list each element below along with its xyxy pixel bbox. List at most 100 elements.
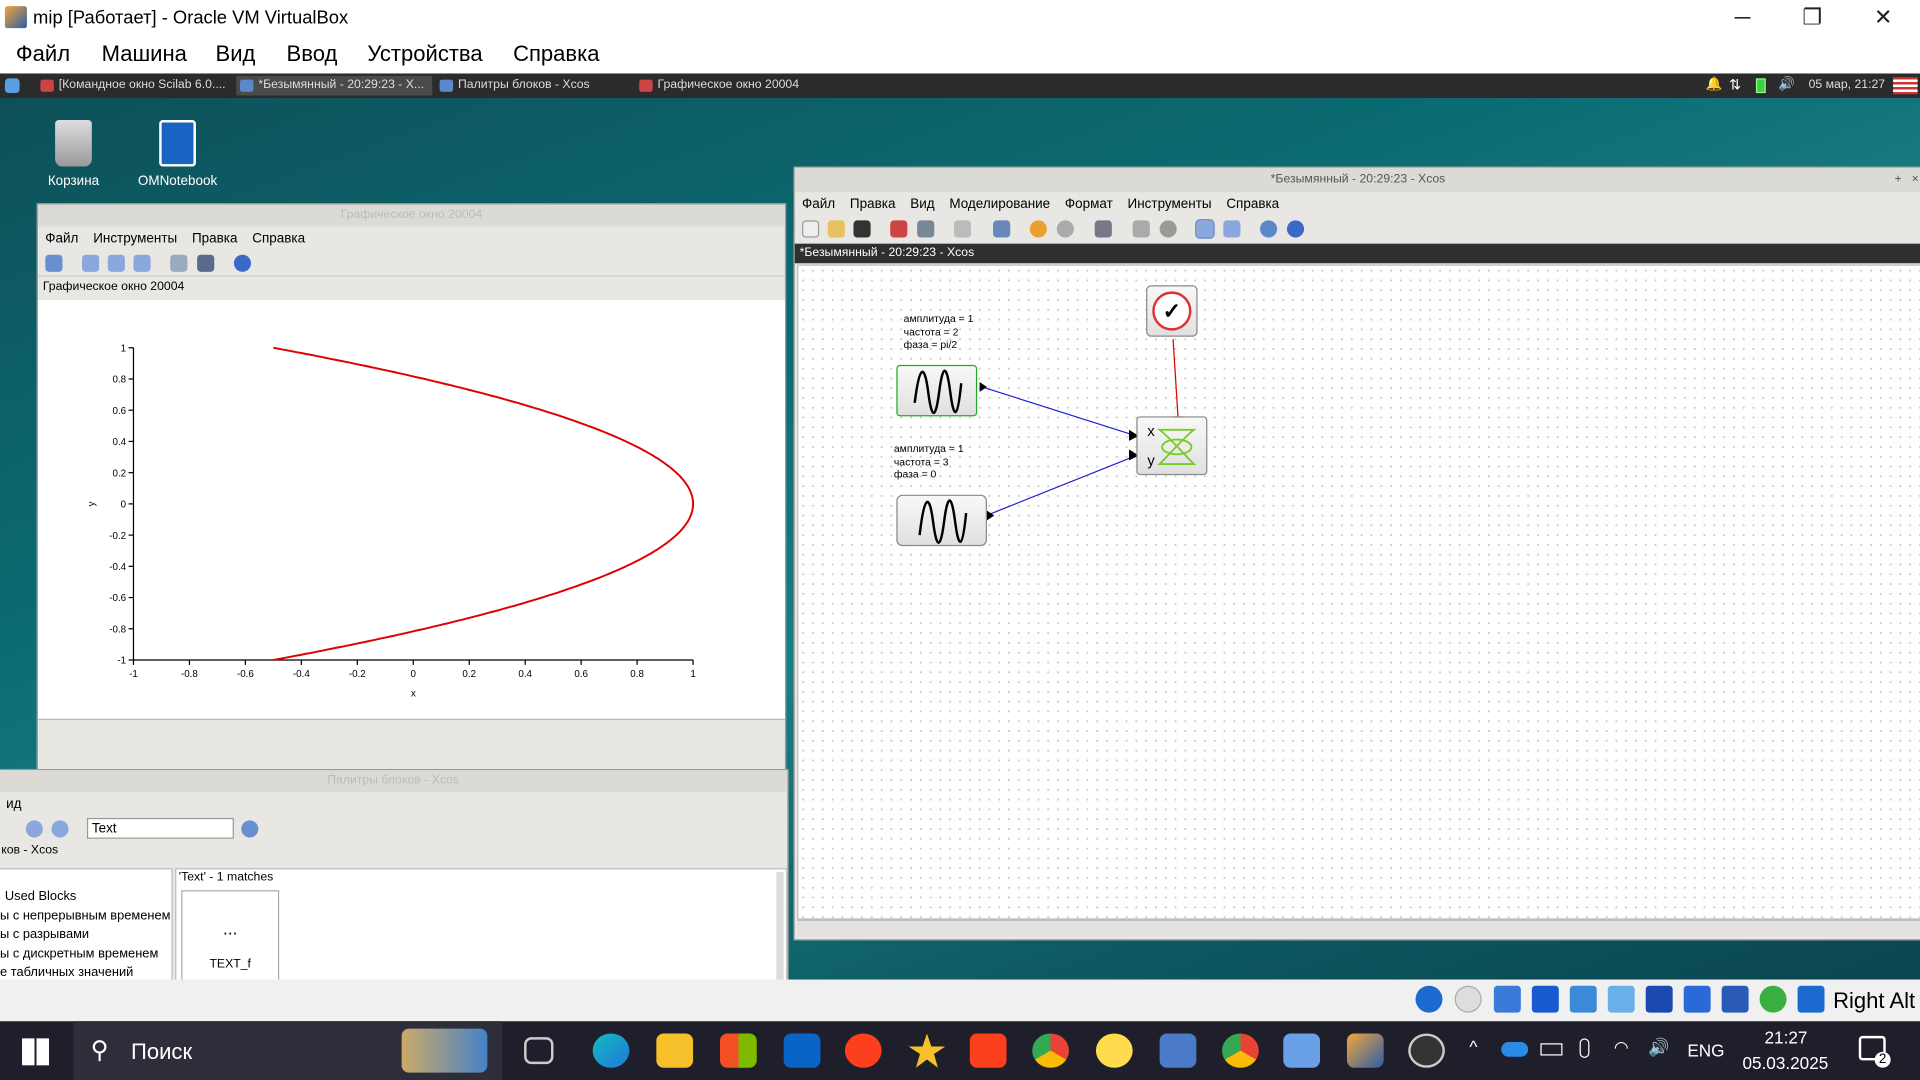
- save-icon[interactable]: [890, 220, 908, 238]
- virtualbox-manager-icon[interactable]: [1283, 1033, 1321, 1068]
- edge-icon[interactable]: [592, 1033, 630, 1068]
- network-icon[interactable]: ⇅: [1729, 76, 1741, 93]
- yandex-icon[interactable]: [969, 1033, 1007, 1068]
- guest-menu-icon[interactable]: [4, 78, 20, 94]
- sine-block-1[interactable]: [896, 364, 978, 417]
- usb-icon[interactable]: [1569, 985, 1597, 1013]
- network-adapter-icon[interactable]: [1531, 985, 1559, 1013]
- clock-block[interactable]: ✓: [1146, 285, 1198, 337]
- video-capture-icon[interactable]: [1683, 985, 1711, 1013]
- vbox-menu-help[interactable]: Справка: [513, 42, 599, 68]
- result-block[interactable]: ... TEXT_f: [181, 890, 280, 980]
- task-graphic-window[interactable]: Графическое окно 20004: [636, 76, 844, 96]
- graphic-menu-file[interactable]: Файл: [45, 231, 78, 246]
- display-icon[interactable]: [1645, 985, 1673, 1013]
- zoom-out-icon[interactable]: [1223, 220, 1241, 238]
- stop-icon[interactable]: [1159, 220, 1177, 238]
- xcos-menu-view[interactable]: Вид: [910, 197, 934, 212]
- obs-icon[interactable]: [1408, 1033, 1445, 1068]
- zoom-in-icon[interactable]: [1195, 219, 1215, 239]
- search-icon[interactable]: [241, 820, 259, 838]
- us-flag-icon[interactable]: [1893, 77, 1918, 95]
- battery-icon[interactable]: [1540, 1043, 1563, 1056]
- xcos-diagram-canvas[interactable]: амплитуда = 1 частота = 2 фаза = pi/2 ам…: [797, 264, 1920, 920]
- cscopxy-block[interactable]: x y: [1136, 416, 1208, 476]
- tree-item[interactable]: е табличных значений: [0, 965, 171, 980]
- desktop-icon-omnotebook[interactable]: OMNotebook: [135, 120, 221, 189]
- xcos-menu-format[interactable]: Формат: [1065, 197, 1113, 212]
- vbox-menu-machine[interactable]: Машина: [102, 42, 187, 68]
- new-file-icon[interactable]: [802, 220, 820, 238]
- battery-icon[interactable]: [1755, 78, 1766, 94]
- task-xcos-untitled[interactable]: *Безымянный - 20:29:23 - X...: [236, 75, 433, 96]
- volume-icon[interactable]: 🔊: [1778, 76, 1795, 92]
- chrome-profile-icon[interactable]: [1222, 1033, 1259, 1068]
- vbox-menu-input[interactable]: Ввод: [287, 42, 338, 68]
- xcos-menu-file[interactable]: Файл: [802, 197, 835, 212]
- open-icon[interactable]: [827, 220, 845, 238]
- close-icon[interactable]: ×: [1912, 168, 1919, 192]
- audio-icon[interactable]: [1493, 985, 1521, 1013]
- yandex-music-icon[interactable]: [1095, 1033, 1133, 1068]
- guest-clock[interactable]: 05 мар, 21:27: [1809, 78, 1886, 91]
- graphic-menu-edit[interactable]: Правка: [192, 231, 238, 246]
- zoom-in-icon[interactable]: [107, 254, 125, 272]
- taskbar-date[interactable]: 05.03.2025: [1742, 1053, 1828, 1073]
- mouse-integration-icon[interactable]: [1797, 985, 1825, 1013]
- help-icon[interactable]: [1286, 220, 1305, 238]
- virtualbox-vm-icon[interactable]: [1346, 1033, 1384, 1068]
- sine-block-2[interactable]: [896, 494, 987, 547]
- remote-desktop-icon[interactable]: [1159, 1033, 1197, 1068]
- zoom-out-icon[interactable]: [133, 254, 151, 272]
- shared-folders-icon[interactable]: [1607, 985, 1635, 1013]
- store-icon[interactable]: [720, 1033, 757, 1068]
- close-icon[interactable]: ✕: [1865, 5, 1902, 31]
- redo-icon[interactable]: [1056, 220, 1074, 238]
- favorites-icon[interactable]: [908, 1033, 946, 1068]
- xcos-menu-tools[interactable]: Инструменты: [1128, 197, 1212, 212]
- tree-item[interactable]: ы с непрерывным временем: [0, 908, 171, 927]
- vbox-menu-devices[interactable]: Устройства: [367, 42, 482, 68]
- outlook-icon[interactable]: [783, 1033, 821, 1068]
- save-as-icon[interactable]: [917, 220, 935, 238]
- hdd-icon[interactable]: [1415, 985, 1443, 1013]
- vbox-menu-view[interactable]: Вид: [216, 42, 256, 68]
- tray-overflow-icon[interactable]: ^: [1469, 1037, 1477, 1057]
- rotate-icon[interactable]: [45, 254, 63, 272]
- graphic-menu-help[interactable]: Справка: [252, 231, 305, 246]
- graphic-menu-tools[interactable]: Инструменты: [93, 231, 177, 246]
- zoom-out-icon[interactable]: [51, 820, 69, 838]
- language-indicator[interactable]: ENG: [1687, 1041, 1724, 1061]
- palette-search-input[interactable]: [86, 817, 234, 839]
- fit-diagram-icon[interactable]: [1094, 220, 1112, 238]
- yandex-browser-icon[interactable]: [844, 1033, 882, 1068]
- minimize-icon[interactable]: ─: [1724, 5, 1761, 31]
- xcos-menu-help[interactable]: Справка: [1226, 197, 1279, 212]
- open-in-scilab-icon[interactable]: [853, 220, 871, 238]
- undo-icon[interactable]: [1029, 220, 1047, 238]
- microphone-icon[interactable]: [1579, 1038, 1590, 1058]
- xcos-menu-edit[interactable]: Правка: [850, 197, 896, 212]
- settings-icon[interactable]: [1260, 220, 1278, 238]
- print-icon[interactable]: [953, 220, 972, 238]
- explorer-icon[interactable]: [656, 1033, 694, 1068]
- optical-drive-icon[interactable]: [1454, 985, 1482, 1013]
- export-icon[interactable]: [993, 220, 1011, 238]
- tree-item[interactable]: ы с дискретным временем: [0, 946, 171, 965]
- bell-icon[interactable]: 🔔: [1706, 76, 1723, 92]
- tree-item[interactable]: ы с разрывами: [0, 927, 171, 946]
- maximize-icon[interactable]: +: [1894, 168, 1901, 192]
- tree-item[interactable]: Used Blocks: [0, 889, 171, 908]
- onedrive-icon[interactable]: [1501, 1042, 1529, 1057]
- help-icon[interactable]: [233, 254, 252, 272]
- taskbar-search[interactable]: ⚲ Поиск: [73, 1021, 503, 1080]
- zoom-area-icon[interactable]: [82, 254, 100, 272]
- xcos-menu-simulation[interactable]: Моделирование: [949, 197, 1050, 212]
- xcos-scrollbar[interactable]: [797, 919, 1920, 937]
- vbox-menu-file[interactable]: Файл: [16, 42, 70, 68]
- start-icon[interactable]: [1132, 220, 1150, 238]
- desktop-icon-trash[interactable]: Корзина: [31, 120, 117, 189]
- task-view-icon[interactable]: [524, 1037, 554, 1065]
- zoom-in-icon[interactable]: [25, 820, 43, 838]
- chrome-icon[interactable]: [1032, 1033, 1069, 1068]
